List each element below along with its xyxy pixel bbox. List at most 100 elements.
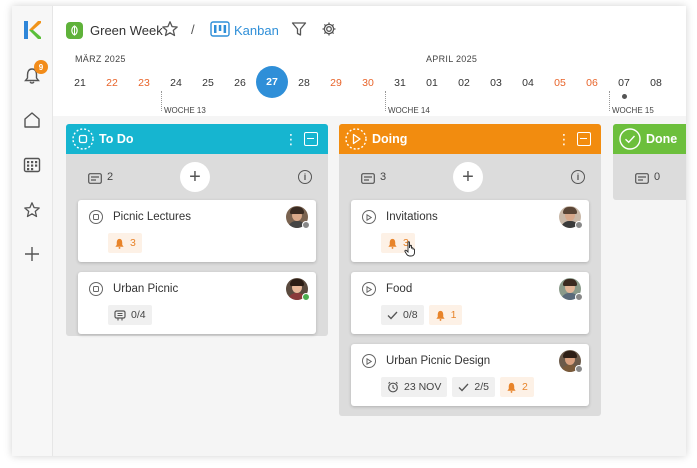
- week-label: WOCHE 13: [164, 106, 206, 115]
- calendar-day[interactable]: 02: [448, 77, 480, 89]
- event-dot: [622, 94, 627, 99]
- collapse-column-icon[interactable]: [304, 132, 318, 146]
- card-title: Urban Picnic: [113, 283, 179, 295]
- reminder-tag[interactable]: 3: [108, 233, 142, 253]
- column-toolbar: 2 + i: [66, 154, 328, 200]
- filter-icon[interactable]: [291, 21, 307, 42]
- calendar-day[interactable]: 29: [320, 77, 352, 89]
- add-card-button[interactable]: +: [453, 162, 483, 192]
- calendar-day[interactable]: 22: [96, 77, 128, 89]
- column-toolbar: 0: [613, 154, 686, 200]
- week-label: WOCHE 15: [612, 106, 654, 115]
- card-count: 2: [107, 171, 114, 183]
- card-count-icon: [635, 173, 649, 184]
- column-todo: To Do ⋮ 2 + i Picnic Lectures 3 Urban Pi…: [66, 124, 328, 336]
- week-separator: [161, 91, 162, 111]
- calendar-day[interactable]: 05: [544, 77, 576, 89]
- calendar-day[interactable]: 04: [512, 77, 544, 89]
- bell-icon: [507, 382, 516, 393]
- calendar-day[interactable]: 07: [608, 77, 640, 89]
- info-icon[interactable]: i: [298, 170, 312, 184]
- column-toolbar: 3 + i: [339, 154, 601, 200]
- due-date: 23 NOV: [404, 381, 442, 393]
- logo-icon[interactable]: [20, 18, 44, 42]
- grid-icon[interactable]: [20, 153, 44, 177]
- task-checkbox-icon[interactable]: [89, 210, 103, 224]
- calendar-day[interactable]: 30: [352, 77, 384, 89]
- card-title: Invitations: [386, 211, 438, 223]
- calendar-day[interactable]: 28: [288, 77, 320, 89]
- home-icon[interactable]: [20, 108, 44, 132]
- reminder-count: 1: [450, 309, 457, 321]
- add-card-button[interactable]: +: [180, 162, 210, 192]
- week-label: WOCHE 14: [388, 106, 430, 115]
- presence-indicator: [575, 293, 583, 301]
- calendar-day[interactable]: 06: [576, 77, 608, 89]
- column-header: To Do ⋮: [66, 124, 328, 154]
- presence-indicator: [575, 221, 583, 229]
- due-date-tag[interactable]: 23 NOV: [381, 377, 448, 397]
- checklist-tag[interactable]: 0/4: [108, 305, 152, 325]
- notification-badge: 9: [34, 60, 48, 74]
- task-card[interactable]: Food 0/8 1: [351, 272, 589, 334]
- task-card[interactable]: Urban Picnic Design 23 NOV 2/5 2: [351, 344, 589, 406]
- card-title: Food: [386, 283, 413, 295]
- calendar-day[interactable]: 21: [64, 77, 96, 89]
- task-progress-tag[interactable]: 2/5: [452, 377, 495, 397]
- bell-icon: [388, 238, 397, 249]
- card-count-icon: [361, 173, 375, 184]
- status-doing-icon: [345, 128, 367, 150]
- left-sidebar: 9: [12, 6, 53, 456]
- presence-indicator: [302, 221, 310, 229]
- calendar-day[interactable]: 01: [416, 77, 448, 89]
- calendar-day[interactable]: 03: [480, 77, 512, 89]
- project-name[interactable]: Green Week: [90, 23, 163, 38]
- kanban-view-icon[interactable]: [210, 20, 230, 43]
- more-options-icon[interactable]: ⋮: [557, 131, 571, 148]
- start-task-icon[interactable]: [362, 282, 376, 296]
- column-title: Doing: [372, 132, 408, 146]
- calendar-day[interactable]: 24: [160, 77, 192, 89]
- card-title: Picnic Lectures: [113, 211, 191, 223]
- favorite-star-icon[interactable]: [161, 20, 179, 43]
- today-date[interactable]: 27: [256, 66, 288, 98]
- start-task-icon[interactable]: [362, 354, 376, 368]
- reminder-count: 2: [521, 381, 528, 393]
- task-card[interactable]: Invitations 3: [351, 200, 589, 262]
- column-doing: Doing ⋮ 3 + i Invitations 3 Food 0/8 1 U…: [339, 124, 601, 416]
- alarm-clock-icon: [388, 381, 398, 393]
- card-count: 0: [654, 171, 661, 183]
- settings-gear-icon[interactable]: [321, 21, 337, 42]
- app-window: 9 Green Week / Kanban MÄRZ 2025 APRIL 20…: [12, 6, 686, 456]
- calendar-day[interactable]: 26: [224, 77, 256, 89]
- hand-cursor-icon: [404, 241, 415, 257]
- month-label: MÄRZ 2025: [75, 54, 126, 64]
- calendar-day[interactable]: 31: [384, 77, 416, 89]
- task-card[interactable]: Picnic Lectures 3: [78, 200, 316, 262]
- collapse-column-icon[interactable]: [577, 132, 591, 146]
- view-label[interactable]: Kanban: [234, 23, 279, 38]
- column-header: Doing ⋮: [339, 124, 601, 154]
- reminder-tag[interactable]: 1: [428, 305, 463, 325]
- task-progress-tag[interactable]: 0/8: [381, 305, 424, 325]
- month-label: APRIL 2025: [426, 54, 478, 64]
- presence-indicator: [302, 293, 310, 301]
- check-icon: [458, 383, 469, 391]
- task-progress: 0/8: [403, 309, 418, 321]
- card-count-icon: [88, 173, 102, 184]
- info-icon[interactable]: i: [571, 170, 585, 184]
- presence-indicator: [575, 365, 583, 373]
- calendar-day[interactable]: 23: [128, 77, 160, 89]
- calendar-day[interactable]: 25: [192, 77, 224, 89]
- bell-icon: [435, 310, 445, 321]
- reminder-tag[interactable]: 2: [499, 377, 534, 397]
- more-options-icon[interactable]: ⋮: [284, 131, 298, 148]
- checklist-progress: 0/4: [131, 309, 146, 321]
- task-checkbox-icon[interactable]: [89, 282, 103, 296]
- start-task-icon[interactable]: [362, 210, 376, 224]
- star-icon[interactable]: [20, 198, 44, 222]
- bell-icon: [115, 238, 124, 249]
- task-card[interactable]: Urban Picnic 0/4: [78, 272, 316, 334]
- calendar-day[interactable]: 08: [640, 77, 672, 89]
- plus-icon[interactable]: [20, 242, 44, 266]
